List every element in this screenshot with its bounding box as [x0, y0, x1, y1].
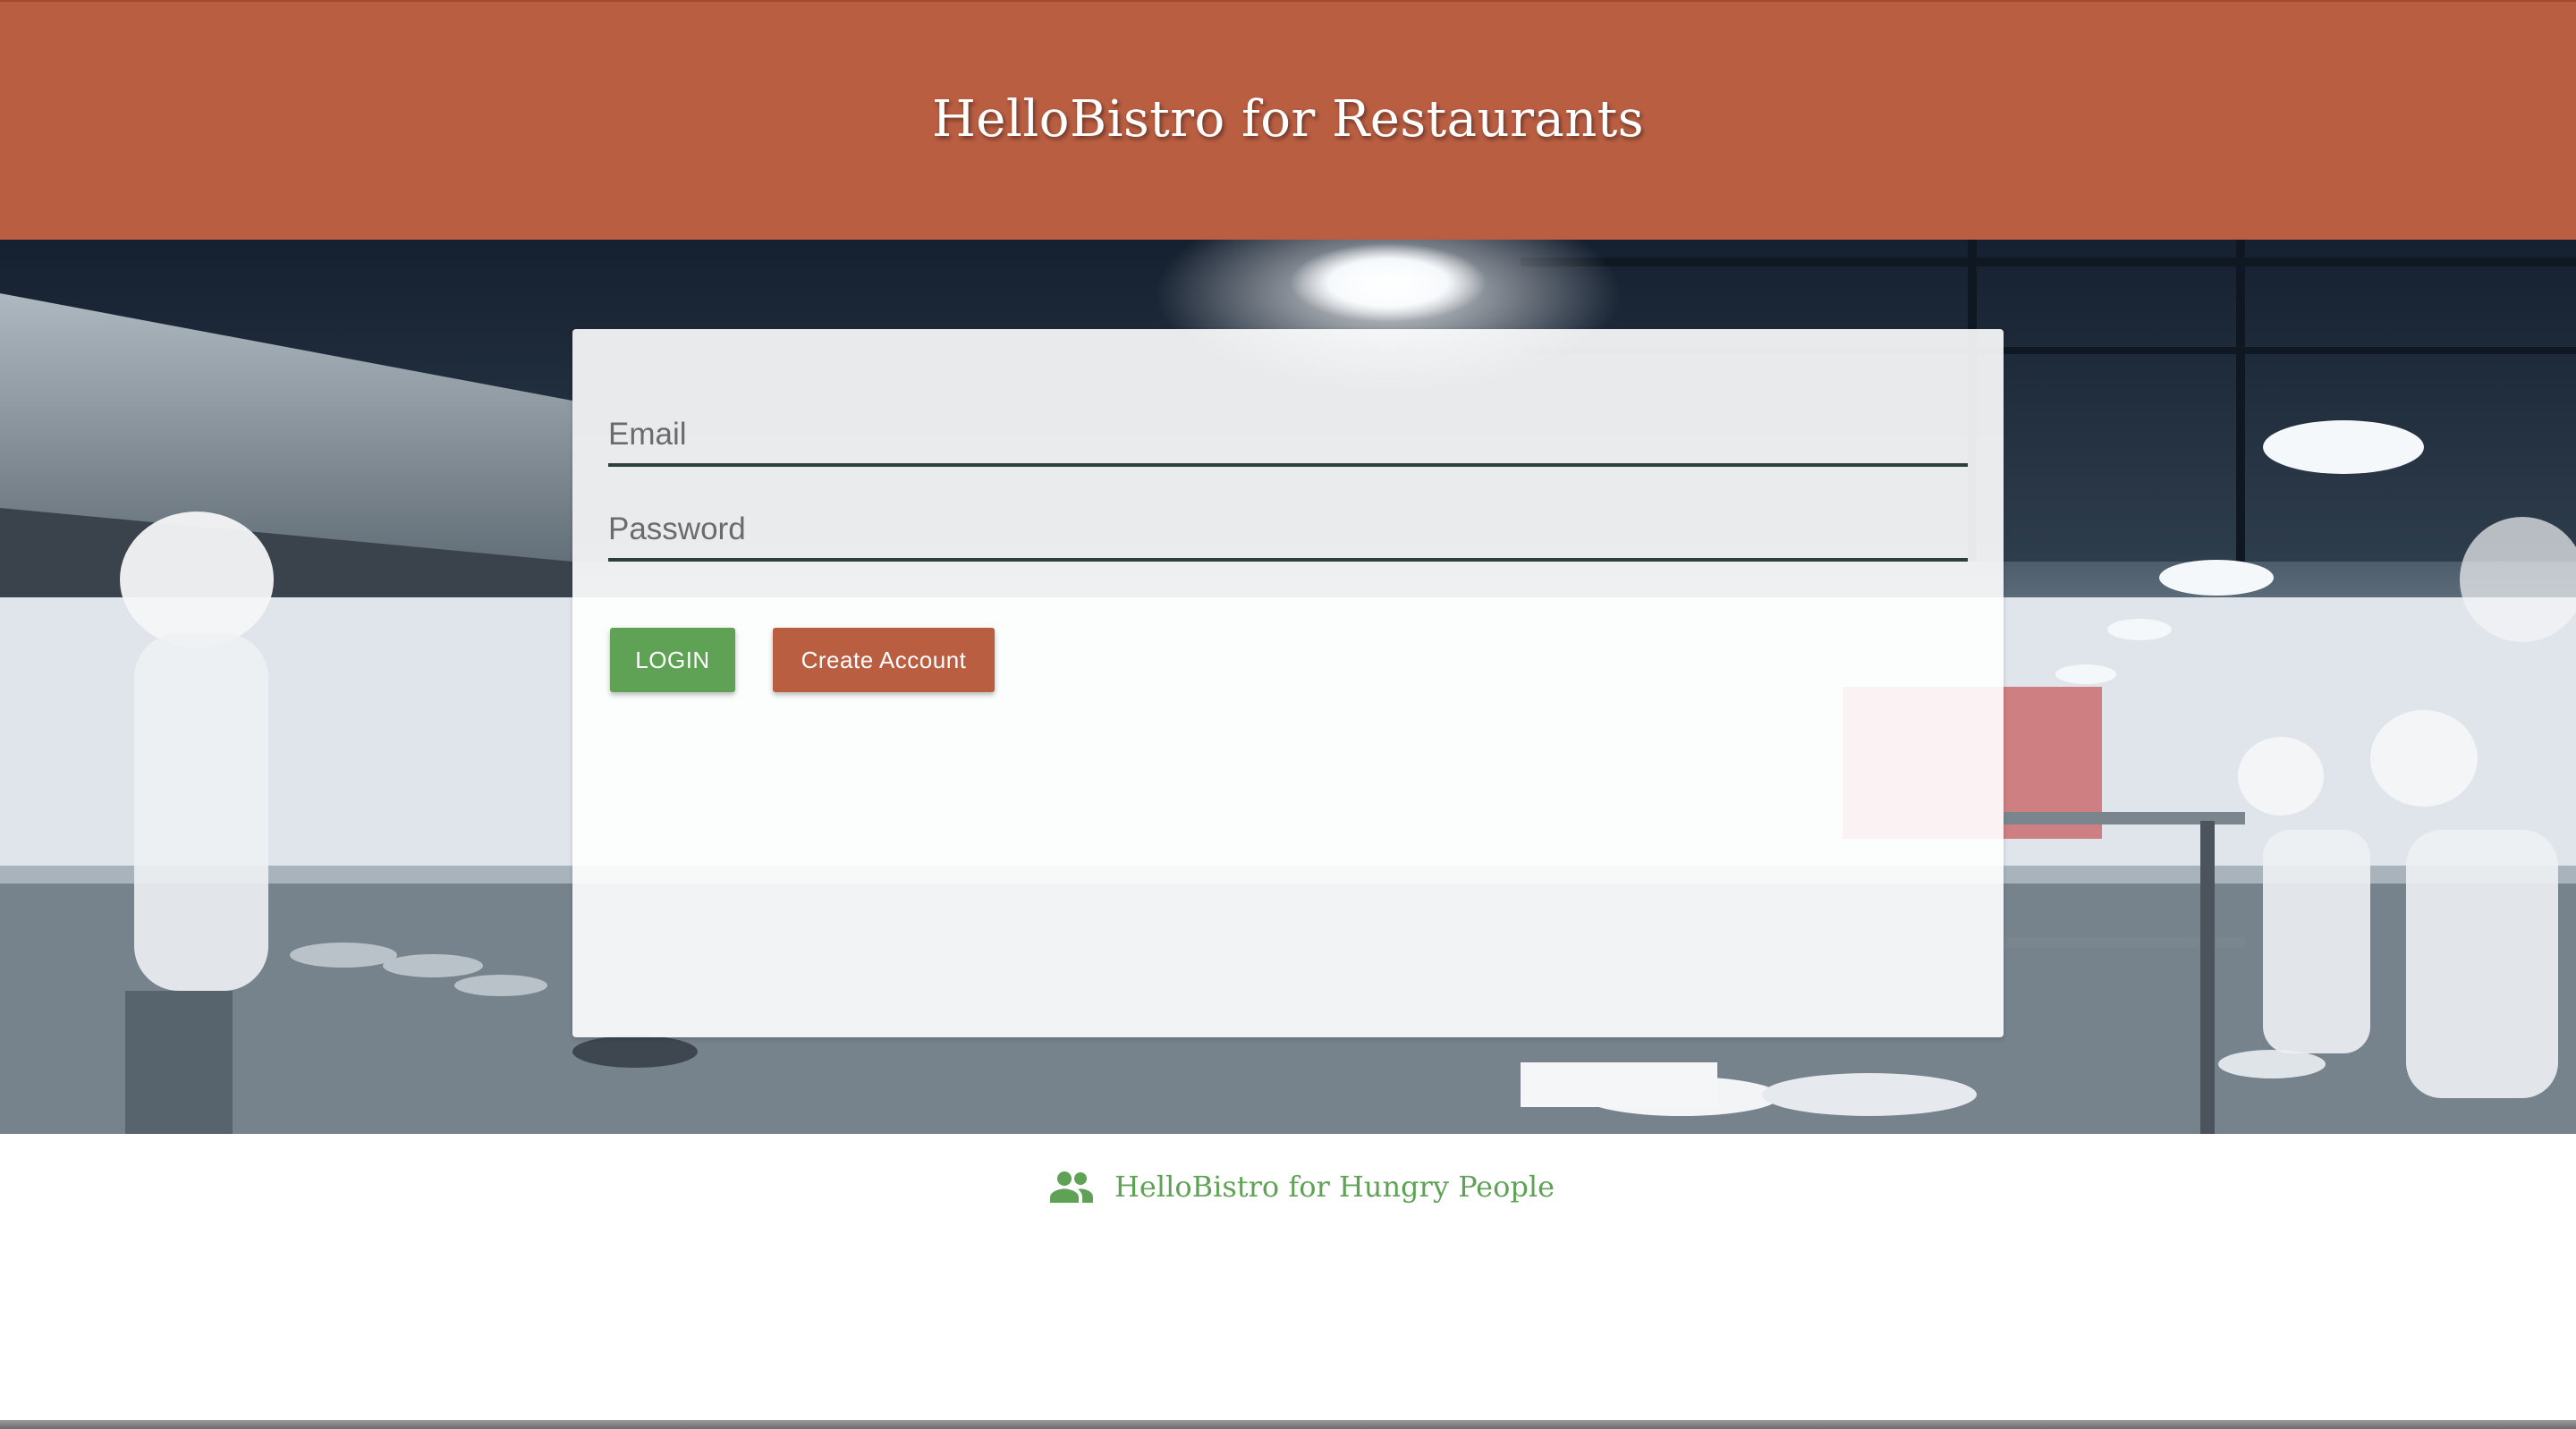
window-bottom-edge [0, 1420, 2576, 1429]
create-account-button[interactable]: Create Account [773, 628, 995, 692]
login-button[interactable]: LOGIN [610, 628, 735, 692]
page-title: HelloBistro for Restaurants [931, 89, 1645, 148]
password-field-container [608, 478, 1968, 562]
footer-link-label: HelloBistro for Hungry People [1114, 1170, 1555, 1204]
page-footer: HelloBistro for Hungry People [0, 1134, 2576, 1424]
email-field-container [608, 383, 1968, 467]
email-input[interactable] [608, 417, 1968, 452]
login-card: LOGIN Create Account [572, 329, 2004, 1037]
page-header: HelloBistro for Restaurants [0, 2, 2576, 240]
password-input[interactable] [608, 512, 1968, 547]
people-icon [1050, 1171, 1093, 1203]
hungry-people-link[interactable]: HelloBistro for Hungry People [1050, 1170, 1555, 1204]
